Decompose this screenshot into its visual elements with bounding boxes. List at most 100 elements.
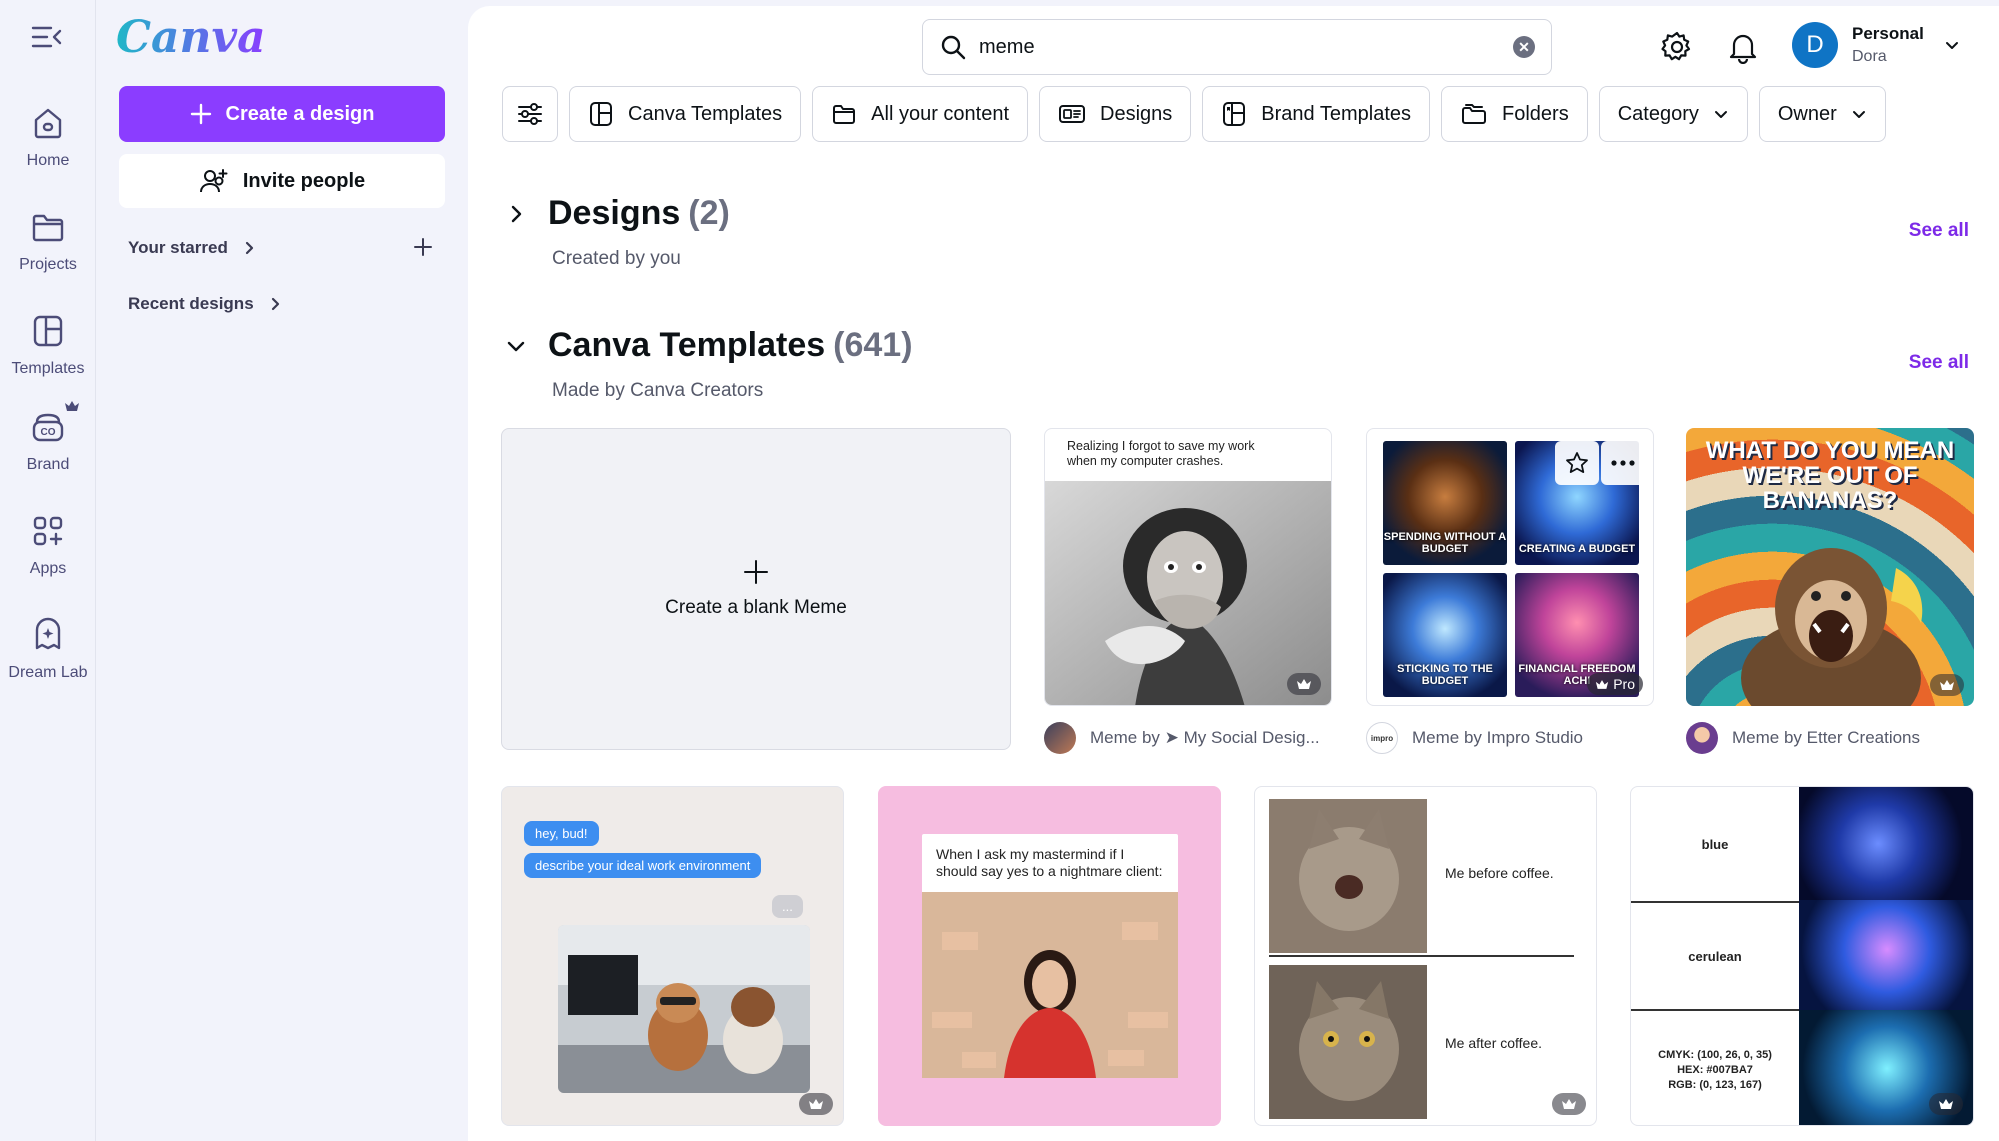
template-creator[interactable]: impro Meme by Impro Studio: [1366, 722, 1583, 754]
chevron-down-icon: [1714, 111, 1727, 118]
search-icon: [941, 35, 966, 60]
section-title: Canva Templates: [548, 326, 826, 364]
rail-item-projects[interactable]: Projects: [0, 200, 96, 296]
chevron-down-icon[interactable]: [504, 334, 528, 358]
chevron-right-icon[interactable]: [504, 202, 528, 226]
meme-caption: Realizing I forgot to save my work when …: [1067, 439, 1255, 468]
premium-badge: [799, 1093, 833, 1115]
filter-settings-button[interactable]: [502, 86, 558, 142]
add-starred-icon[interactable]: [412, 236, 434, 258]
section-count: (2): [688, 194, 730, 232]
brain-tile: SPENDING WITHOUT A BUDGET: [1383, 441, 1507, 565]
chevron-right-icon: [245, 241, 253, 255]
rail-item-brand[interactable]: CO Brand: [0, 400, 96, 496]
filter-label: Canva Templates: [628, 102, 783, 125]
more-options-button[interactable]: [1601, 441, 1645, 485]
filter-label: Owner: [1777, 102, 1837, 125]
design-icon: [1059, 105, 1086, 123]
rail-label-apps: Apps: [29, 560, 67, 577]
crown-icon: [65, 401, 79, 411]
canva-logo[interactable]: Canva: [116, 12, 266, 63]
divider: [1269, 955, 1574, 957]
section-subtitle: Made by Canva Creators: [552, 380, 764, 401]
template-thumbnail[interactable]: blue cerulean CMYK: (100, 26, 0, 35) HEX…: [1630, 786, 1974, 1126]
meme-caption: When I ask my mastermind if I should say…: [936, 846, 1163, 879]
rail-label-projects: Projects: [19, 256, 77, 273]
chat-bubble: hey, bud!: [524, 821, 599, 846]
template-thumbnail[interactable]: Me before coffee. Me after coffee.: [1254, 786, 1597, 1126]
meme-line: Me after coffee.: [1445, 1035, 1543, 1051]
filter-category-dropdown[interactable]: Category: [1598, 86, 1748, 142]
bell-icon[interactable]: [1726, 30, 1760, 64]
rail-item-templates[interactable]: Templates: [0, 304, 96, 400]
template-thumbnail[interactable]: When I ask my mastermind if I should say…: [878, 786, 1221, 1126]
template-thumbnail[interactable]: SPENDING WITHOUT A BUDGET CREATING A BUD…: [1366, 428, 1654, 706]
template-thumbnail[interactable]: WHAT DO YOU MEAN WE'RE OUT OF BANANAS?: [1686, 428, 1974, 706]
brain-tile: STICKING TO THE BUDGET: [1383, 573, 1507, 697]
premium-badge: [1552, 1093, 1586, 1115]
filter-folders[interactable]: Folders: [1441, 86, 1588, 142]
side-panel: Canva Create a design Invite people Your…: [96, 0, 468, 1141]
template-thumbnail[interactable]: Realizing I forgot to save my work when …: [1044, 428, 1332, 706]
search-bar[interactable]: ✕: [922, 19, 1552, 75]
template-creator[interactable]: Meme by Etter Creations: [1686, 722, 1920, 754]
collapse-sidebar-icon[interactable]: [30, 22, 64, 52]
filter-canva-templates[interactable]: Canva Templates: [569, 86, 802, 142]
cat-photo-bottom: [1269, 965, 1427, 1119]
meme-photo: [1045, 481, 1331, 705]
rail-item-home[interactable]: Home: [0, 96, 96, 192]
invite-people-button[interactable]: Invite people: [119, 154, 445, 208]
templates-icon: [590, 102, 612, 126]
template-creator[interactable]: Meme by ➤ My Social Desig...: [1044, 722, 1320, 754]
tile-text: STICKING TO THE BUDGET: [1397, 663, 1493, 687]
create-blank-meme-card[interactable]: Create a blank Meme: [501, 428, 1011, 750]
crown-icon: [809, 1099, 823, 1109]
account-name: Personal: [1852, 24, 1924, 43]
filter-designs[interactable]: Designs: [1039, 86, 1192, 142]
pro-label: Pro: [1613, 676, 1635, 692]
create-design-button[interactable]: Create a design: [119, 86, 445, 142]
creator-label: Meme by ➤ My Social Desig...: [1090, 728, 1320, 747]
meme-frame: When I ask my mastermind if I should say…: [922, 834, 1178, 1078]
search-input[interactable]: [979, 35, 1479, 59]
see-all-templates-link[interactable]: See all: [1909, 352, 1969, 374]
folder-icon: [833, 105, 856, 124]
meme-label: RGB: (0, 123, 167): [1668, 1079, 1762, 1091]
your-starred-label: Your starred: [128, 238, 228, 257]
main-content: ✕ D Personal Dora Canva Templates All yo…: [468, 6, 1999, 1141]
filter-label: Designs: [1100, 102, 1173, 125]
filter-bar: Canva Templates All your content Designs…: [502, 86, 1886, 142]
blank-card-label: Create a blank Meme: [665, 597, 847, 618]
filter-all-content[interactable]: All your content: [812, 86, 1029, 142]
account-switcher[interactable]: D Personal Dora: [1792, 22, 1960, 68]
sliders-icon: [518, 103, 542, 125]
rail-item-dream-lab[interactable]: Dream Lab: [0, 608, 96, 704]
divider: [1631, 901, 1799, 903]
tile-text: SPENDING WITHOUT A BUDGET: [1383, 531, 1507, 555]
account-user: Dora: [1852, 48, 1887, 65]
filter-label: Category: [1617, 102, 1699, 125]
clear-search-icon[interactable]: ✕: [1513, 36, 1535, 58]
meme-label: CMYK: (100, 26, 0, 35): [1658, 1049, 1772, 1061]
your-starred-link[interactable]: Your starred: [128, 238, 256, 258]
creator-label: Meme by Impro Studio: [1412, 728, 1584, 747]
section-subtitle: Created by you: [552, 248, 681, 269]
see-all-designs-link[interactable]: See all: [1909, 220, 1969, 242]
brand-icon: CO: [32, 413, 64, 442]
crown-icon: [1562, 1099, 1576, 1109]
meme-label: HEX: #007BA7: [1677, 1064, 1753, 1076]
chevron-down-icon: [1945, 42, 1958, 49]
filter-brand-templates[interactable]: Brand Templates: [1202, 86, 1431, 142]
crown-icon: [1940, 680, 1954, 690]
filter-owner-dropdown[interactable]: Owner: [1758, 86, 1886, 142]
star-button[interactable]: [1555, 441, 1599, 485]
brain-image: [1799, 787, 1973, 900]
premium-badge: [1287, 673, 1321, 695]
template-thumbnail[interactable]: hey, bud! describe your ideal work envir…: [501, 786, 844, 1126]
recent-designs-link[interactable]: Recent designs: [128, 294, 282, 314]
account-text: Personal Dora: [1852, 24, 1924, 66]
gear-icon[interactable]: [1660, 30, 1694, 64]
meme-headline: WHAT DO YOU MEAN WE'RE OUT OF BANANAS?: [1705, 437, 1955, 514]
chevron-right-icon: [271, 297, 279, 311]
rail-item-apps[interactable]: Apps: [0, 504, 96, 600]
